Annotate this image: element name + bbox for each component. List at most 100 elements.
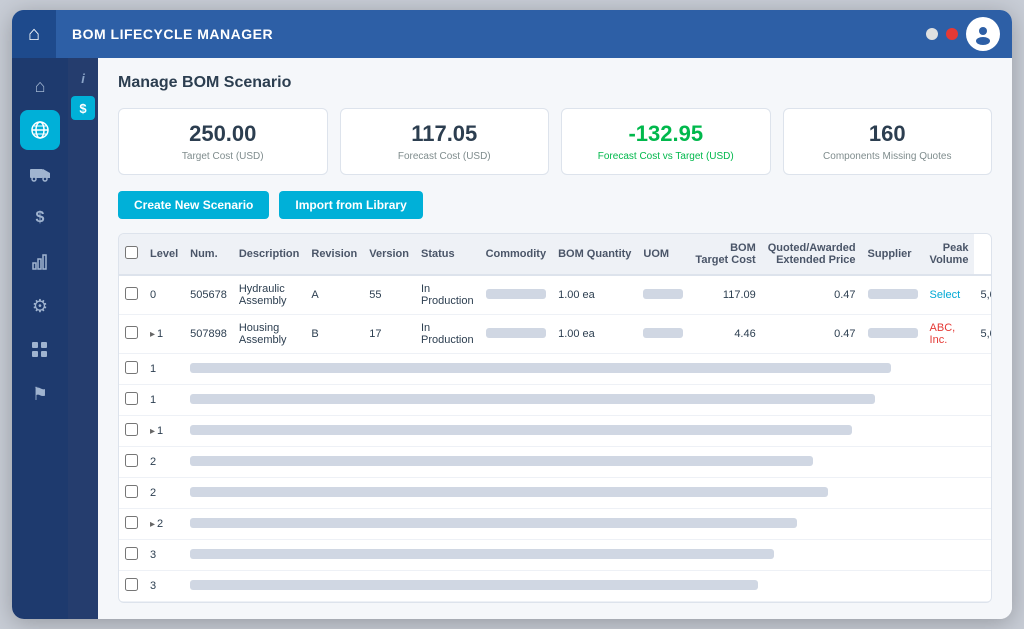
home-nav-button[interactable]: ⌂ — [12, 10, 56, 58]
row-level: 3 — [144, 571, 184, 602]
col-num: Num. — [184, 234, 233, 275]
col-version: Version — [363, 234, 415, 275]
table-row: 1 — [119, 385, 992, 416]
status-dot-red — [946, 28, 958, 40]
row-level-0: 0 — [144, 275, 184, 315]
create-scenario-button[interactable]: Create New Scenario — [118, 191, 269, 219]
sidebar-item-settings[interactable]: ⚙ — [20, 286, 60, 326]
nav-icons — [926, 17, 1000, 51]
kpi-target-cost-label: Target Cost (USD) — [135, 151, 311, 162]
row-level: 3 — [144, 540, 184, 571]
row-num-1: 507898 — [184, 315, 233, 354]
row-price-0: 0.47 — [762, 275, 862, 315]
table-row: 3 — [119, 571, 992, 602]
row-level: 2 — [144, 447, 184, 478]
kpi-missing-quotes-label: Components Missing Quotes — [800, 151, 976, 162]
kpi-variance-value: -132.95 — [578, 121, 754, 147]
import-library-button[interactable]: Import from Library — [279, 191, 422, 219]
row-commodity-1 — [480, 315, 553, 354]
table-row: ▸1 507898 Housing Assembly B 17 In Produ… — [119, 315, 992, 354]
row-desc-1: Housing Assembly — [233, 315, 306, 354]
sidebar-item-currency[interactable]: $ — [20, 198, 60, 238]
app-title: BOM LIFECYCLE MANAGER — [72, 26, 926, 42]
row-checkbox[interactable] — [125, 454, 138, 467]
row-level: 1 — [144, 354, 184, 385]
sidebar-sub: i $ — [68, 58, 98, 619]
row-level: ▸2 — [144, 509, 184, 540]
row-checkbox-0[interactable] — [119, 275, 144, 315]
row-checkbox[interactable] — [125, 516, 138, 529]
sidebar-item-flag[interactable]: ⚑ — [20, 374, 60, 414]
kpi-missing-quotes-value: 160 — [800, 121, 976, 147]
sub-currency-icon[interactable]: $ — [71, 96, 95, 120]
row-checkbox[interactable] — [125, 547, 138, 560]
app-window: ⌂ BOM LIFECYCLE MANAGER ⌂ — [12, 10, 1012, 619]
row-level: 2 — [144, 478, 184, 509]
sidebar-item-truck[interactable] — [20, 154, 60, 194]
row-ver-0: 55 — [363, 275, 415, 315]
row-level: 1 — [144, 385, 184, 416]
table-row: 1 — [119, 354, 992, 385]
home-icon: ⌂ — [28, 23, 40, 46]
row-target-1: 4.46 — [689, 315, 761, 354]
table-row: 0 505678 Hydraulic Assembly A 55 In Prod… — [119, 275, 992, 315]
table-row: ▸1 — [119, 416, 992, 447]
row-uom-0 — [637, 275, 689, 315]
kpi-variance: -132.95 Forecast Cost vs Target (USD) — [561, 108, 771, 175]
action-row: Create New Scenario Import from Library — [118, 191, 992, 219]
table-row: 3 — [119, 540, 992, 571]
col-level: Level — [144, 234, 184, 275]
row-peak-1: 5,000 — [974, 315, 992, 354]
sidebar-item-globe[interactable] — [20, 110, 60, 150]
row-level-1: ▸1 — [144, 315, 184, 354]
select-all-checkbox[interactable] — [125, 246, 138, 259]
row-checkbox[interactable] — [125, 423, 138, 436]
table-row: ▸2 — [119, 509, 992, 540]
row-supplier-link-0[interactable]: Select — [924, 275, 975, 315]
row-level: ▸1 — [144, 416, 184, 447]
kpi-target-cost: 250.00 Target Cost (USD) — [118, 108, 328, 175]
col-supplier: Supplier — [862, 234, 924, 275]
kpi-forecast-cost-label: Forecast Cost (USD) — [357, 151, 533, 162]
bom-table-wrap: Level Num. Description Revision Version … — [118, 233, 992, 603]
col-bom-target: BOMTarget Cost — [689, 234, 761, 275]
bom-table: Level Num. Description Revision Version … — [119, 234, 992, 602]
top-nav: ⌂ BOM LIFECYCLE MANAGER — [12, 10, 1012, 58]
kpi-forecast-cost: 117.05 Forecast Cost (USD) — [340, 108, 550, 175]
kpi-missing-quotes: 160 Components Missing Quotes — [783, 108, 993, 175]
sidebar-item-chart[interactable] — [20, 242, 60, 282]
row-supplier-1 — [862, 315, 924, 354]
col-revision: Revision — [305, 234, 363, 275]
row-peak-0: 5,000 — [974, 275, 992, 315]
row-commodity-0 — [480, 275, 553, 315]
user-avatar[interactable] — [966, 17, 1000, 51]
main-layout: ⌂ $ — [12, 58, 1012, 619]
col-description: Description — [233, 234, 306, 275]
kpi-forecast-cost-value: 117.05 — [357, 121, 533, 147]
row-num-0: 505678 — [184, 275, 233, 315]
status-dot-gray — [926, 28, 938, 40]
sidebar-item-grid[interactable] — [20, 330, 60, 370]
col-bom-qty: BOM Quantity — [552, 234, 637, 275]
row-supplier-link-1[interactable]: ABC, Inc. — [924, 315, 975, 354]
col-checkbox — [119, 234, 144, 275]
sidebar: ⌂ $ — [12, 58, 68, 619]
row-uom-1 — [637, 315, 689, 354]
col-peak-volume: PeakVolume — [924, 234, 975, 275]
sidebar-item-home[interactable]: ⌂ — [20, 66, 60, 106]
row-rev-0: A — [305, 275, 363, 315]
row-ver-1: 17 — [363, 315, 415, 354]
row-status-1: In Production — [415, 315, 480, 354]
row-checkbox[interactable] — [125, 361, 138, 374]
page-title: Manage BOM Scenario — [118, 74, 992, 92]
sub-info-icon[interactable]: i — [71, 66, 95, 90]
row-checkbox[interactable] — [125, 392, 138, 405]
main-content: Manage BOM Scenario 250.00 Target Cost (… — [98, 58, 1012, 619]
row-checkbox[interactable] — [125, 485, 138, 498]
row-target-0: 117.09 — [689, 275, 761, 315]
kpi-row: 250.00 Target Cost (USD) 117.05 Forecast… — [118, 108, 992, 175]
row-checkbox-1[interactable] — [119, 315, 144, 354]
row-checkbox[interactable] — [125, 578, 138, 591]
row-supplier-0 — [862, 275, 924, 315]
row-status-0: In Production — [415, 275, 480, 315]
